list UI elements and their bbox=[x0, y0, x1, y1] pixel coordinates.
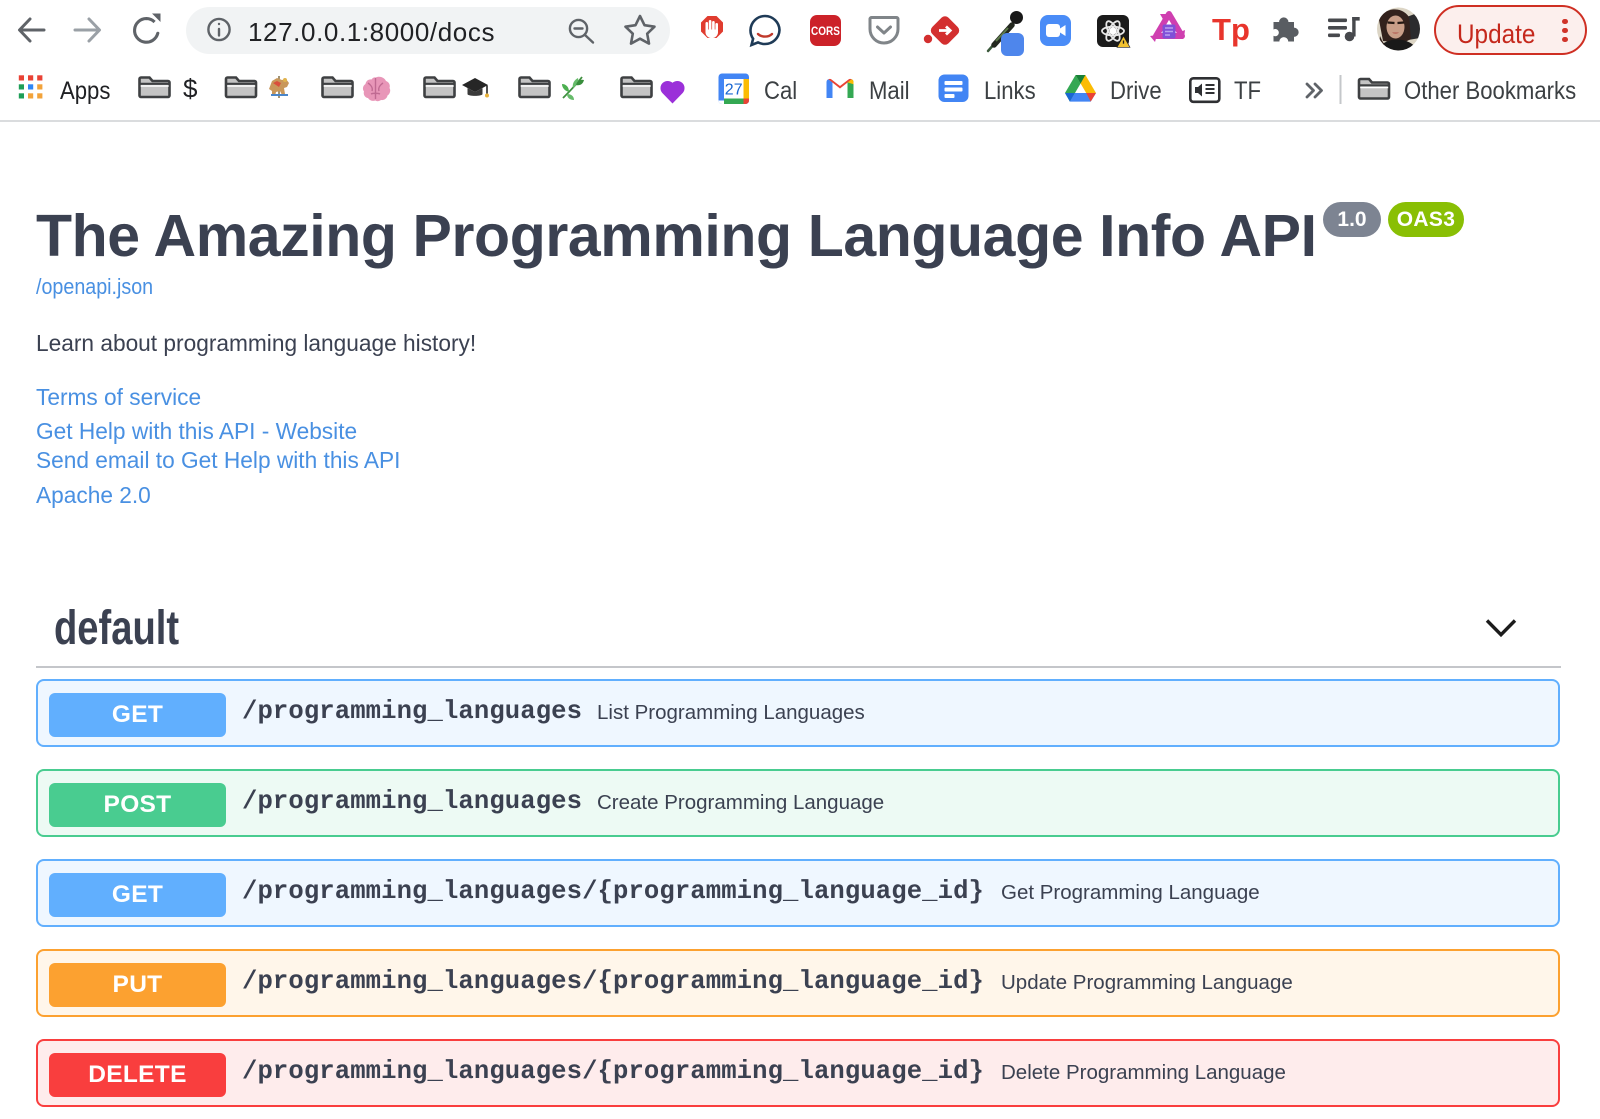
svg-text:CORS: CORS bbox=[811, 25, 840, 38]
svg-text:p: p bbox=[1231, 12, 1250, 47]
svg-text:T: T bbox=[1212, 12, 1231, 47]
svg-text:$: $ bbox=[183, 74, 198, 104]
svg-text:27: 27 bbox=[725, 82, 743, 99]
